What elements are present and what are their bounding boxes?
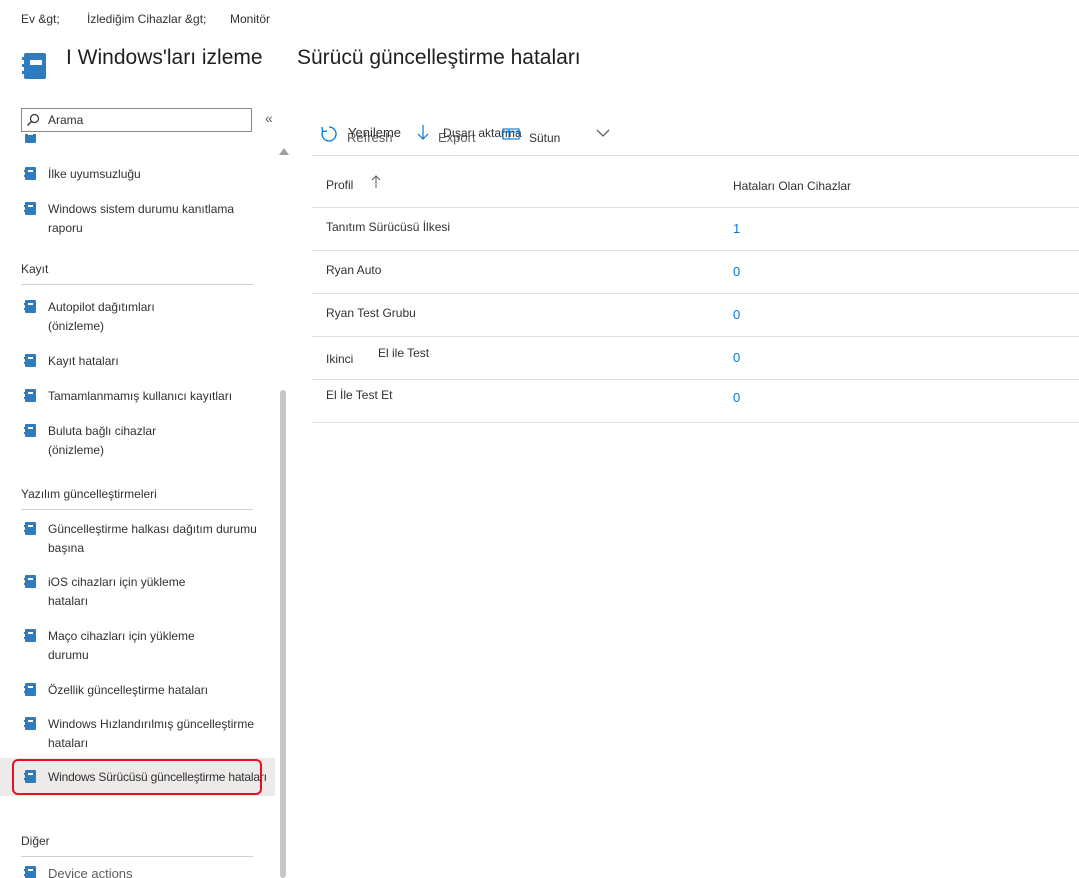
notebook-icon	[24, 389, 36, 402]
columns-button[interactable]: Sütun	[502, 116, 622, 152]
highlight-annotation	[12, 759, 262, 795]
notebook-icon	[24, 683, 36, 696]
collapse-icon[interactable]: «	[265, 110, 273, 126]
notebook-icon	[24, 167, 36, 180]
sidebar-item-label: Kayıt hataları	[48, 354, 119, 368]
column-header-devices-with-errors[interactable]: Hataları Olan Cihazlar	[733, 179, 851, 193]
cell-device-count[interactable]: 0	[733, 264, 740, 279]
breadcrumb-monitor[interactable]: Monitör	[230, 12, 270, 26]
search-box[interactable]	[21, 108, 252, 132]
column-header-profile[interactable]: Profil	[326, 178, 353, 192]
breadcrumb-home[interactable]: Ev &gt;	[21, 12, 60, 26]
cell-profile: Ryan Auto	[326, 263, 382, 277]
refresh-label: Yenileme	[348, 125, 402, 140]
sidebar-item-label: Windows Hızlandırılmış güncelleştirme ha…	[48, 717, 255, 750]
notebook-icon	[24, 202, 36, 215]
section-software-updates: Yazılım güncelleştirmeleri	[21, 487, 253, 510]
refresh-button[interactable]: Refresh Yenileme	[320, 116, 412, 152]
sidebar-item-label: Maço cihazları için yükleme durumu	[48, 629, 195, 662]
sidebar-item-label: iOS cihazları için yükleme hataları	[48, 575, 186, 608]
sidebar-item-label: Tamamlanmamış kullanıcı kayıtları	[48, 389, 233, 403]
table-row[interactable]: Ryan Test Grubu 0	[312, 294, 1079, 337]
sidebar-item-ios-install-failures[interactable]: iOS cihazları için yükleme hataları	[21, 573, 275, 613]
sidebar-item-expedited-update-failures[interactable]: Windows Hızlandırılmış güncelleştirme ha…	[21, 715, 275, 755]
notebook-icon	[24, 424, 36, 437]
sidebar-item-label: Özellik güncelleştirme hataları	[48, 683, 209, 697]
sidebar-item-feature-update-failures[interactable]: Özellik güncelleştirme hataları	[21, 681, 275, 701]
notebook-icon	[24, 629, 36, 642]
cell-profile: Ikinci	[326, 352, 354, 366]
columns-label: Sütun	[529, 131, 561, 145]
table-row[interactable]: Ikinci El ile Test 0	[312, 337, 1079, 380]
notebook-icon	[24, 522, 36, 535]
download-icon	[417, 125, 429, 140]
search-input[interactable]	[48, 112, 248, 128]
notebook-icon	[25, 134, 36, 143]
scroll-up-icon[interactable]	[279, 148, 289, 155]
sidebar-item-ring-deployment[interactable]: Güncelleştirme halkası dağıtım durumu ba…	[21, 520, 275, 560]
cell-profile-extra: El ile Test	[378, 346, 430, 360]
sidebar-nav: İlke uyumsuzluğu Windows sistem durumu k…	[0, 100, 275, 878]
sidebar: İlke uyumsuzluğu Windows sistem durumu k…	[0, 100, 290, 878]
sidebar-item-label: Buluta bağlı cihazlar (önizleme)	[48, 424, 157, 457]
notebook-icon	[24, 717, 36, 730]
refresh-icon	[321, 126, 337, 142]
sidebar-item-autopilot[interactable]: Autopilot dağıtımları (önizleme)	[21, 298, 275, 338]
sidebar-item-label: İlke uyumsuzluğu	[48, 167, 141, 181]
sidebar-item-incomplete-enrollments[interactable]: Tamamlanmamış kullanıcı kayıtları	[21, 387, 275, 407]
table-row[interactable]: El İle Test Et 0	[312, 380, 1079, 423]
toolbar: Refresh Yenileme Export Dışarı aktarma S…	[312, 116, 1079, 156]
table-header: Profil Hataları Olan Cihazlar	[312, 160, 1079, 208]
notebook-icon	[24, 866, 36, 878]
export-button[interactable]: Export Dışarı aktarma	[416, 116, 522, 152]
table-row[interactable]: Ryan Auto 0	[312, 251, 1079, 294]
sidebar-item-label: Windows sistem durumu kanıtlama raporu	[48, 202, 235, 235]
cell-profile: Tanıtım Sürücüsü İlkesi	[326, 220, 451, 234]
table-row[interactable]: Tanıtım Sürücüsü İlkesi 1	[312, 208, 1079, 251]
section-enrollment: Kayıt	[21, 262, 253, 285]
columns-icon	[502, 128, 520, 140]
notebook-icon	[24, 575, 36, 588]
cell-profile: Ryan Test Grubu	[326, 306, 416, 320]
search-icon	[27, 113, 40, 126]
section-other: Diğer	[21, 834, 253, 857]
notebook-icon	[24, 354, 36, 367]
sidebar-item-macos-install-status[interactable]: Maço cihazları için yükleme durumu	[21, 627, 275, 667]
page-subtitle: Sürücü güncelleştirme hataları	[297, 46, 581, 69]
sidebar-item-label: Autopilot dağıtımları (önizleme)	[48, 300, 155, 333]
sidebar-item-enrollment-failures[interactable]: Kayıt hataları	[21, 352, 275, 372]
cell-profile: El İle Test Et	[326, 388, 393, 402]
sidebar-item-label: Device actions	[48, 866, 133, 878]
cell-device-count[interactable]: 1	[733, 221, 740, 236]
cell-device-count[interactable]: 0	[733, 307, 740, 322]
cell-device-count[interactable]: 0	[733, 350, 740, 365]
page-title: I Windows'ları izleme	[66, 46, 263, 69]
scroll-thumb[interactable]	[280, 390, 286, 878]
cell-device-count[interactable]: 0	[733, 390, 740, 405]
sidebar-item-device-actions[interactable]: Device actions	[21, 864, 275, 878]
chevron-down-icon[interactable]	[596, 129, 610, 138]
sidebar-item-cloud-attached[interactable]: Buluta bağlı cihazlar (önizleme)	[21, 422, 275, 462]
sidebar-item-policy-noncompliance[interactable]: İlke uyumsuzluğu	[21, 165, 275, 185]
page-header: I Windows'ları izleme Sürücü güncelleşti…	[22, 44, 1022, 80]
notebook-icon	[24, 300, 36, 313]
sidebar-item-health-attestation[interactable]: Windows sistem durumu kanıtlama raporu	[21, 200, 275, 240]
notebook-icon	[22, 53, 46, 79]
sort-ascending-icon[interactable]	[370, 174, 382, 190]
breadcrumb-devices[interactable]: İzlediğim Cihazlar &gt;	[87, 12, 206, 26]
sidebar-scrollbar[interactable]	[277, 148, 289, 878]
sidebar-item-hidden[interactable]	[21, 134, 275, 146]
sidebar-item-label: Güncelleştirme halkası dağıtım durumu ba…	[48, 522, 257, 555]
